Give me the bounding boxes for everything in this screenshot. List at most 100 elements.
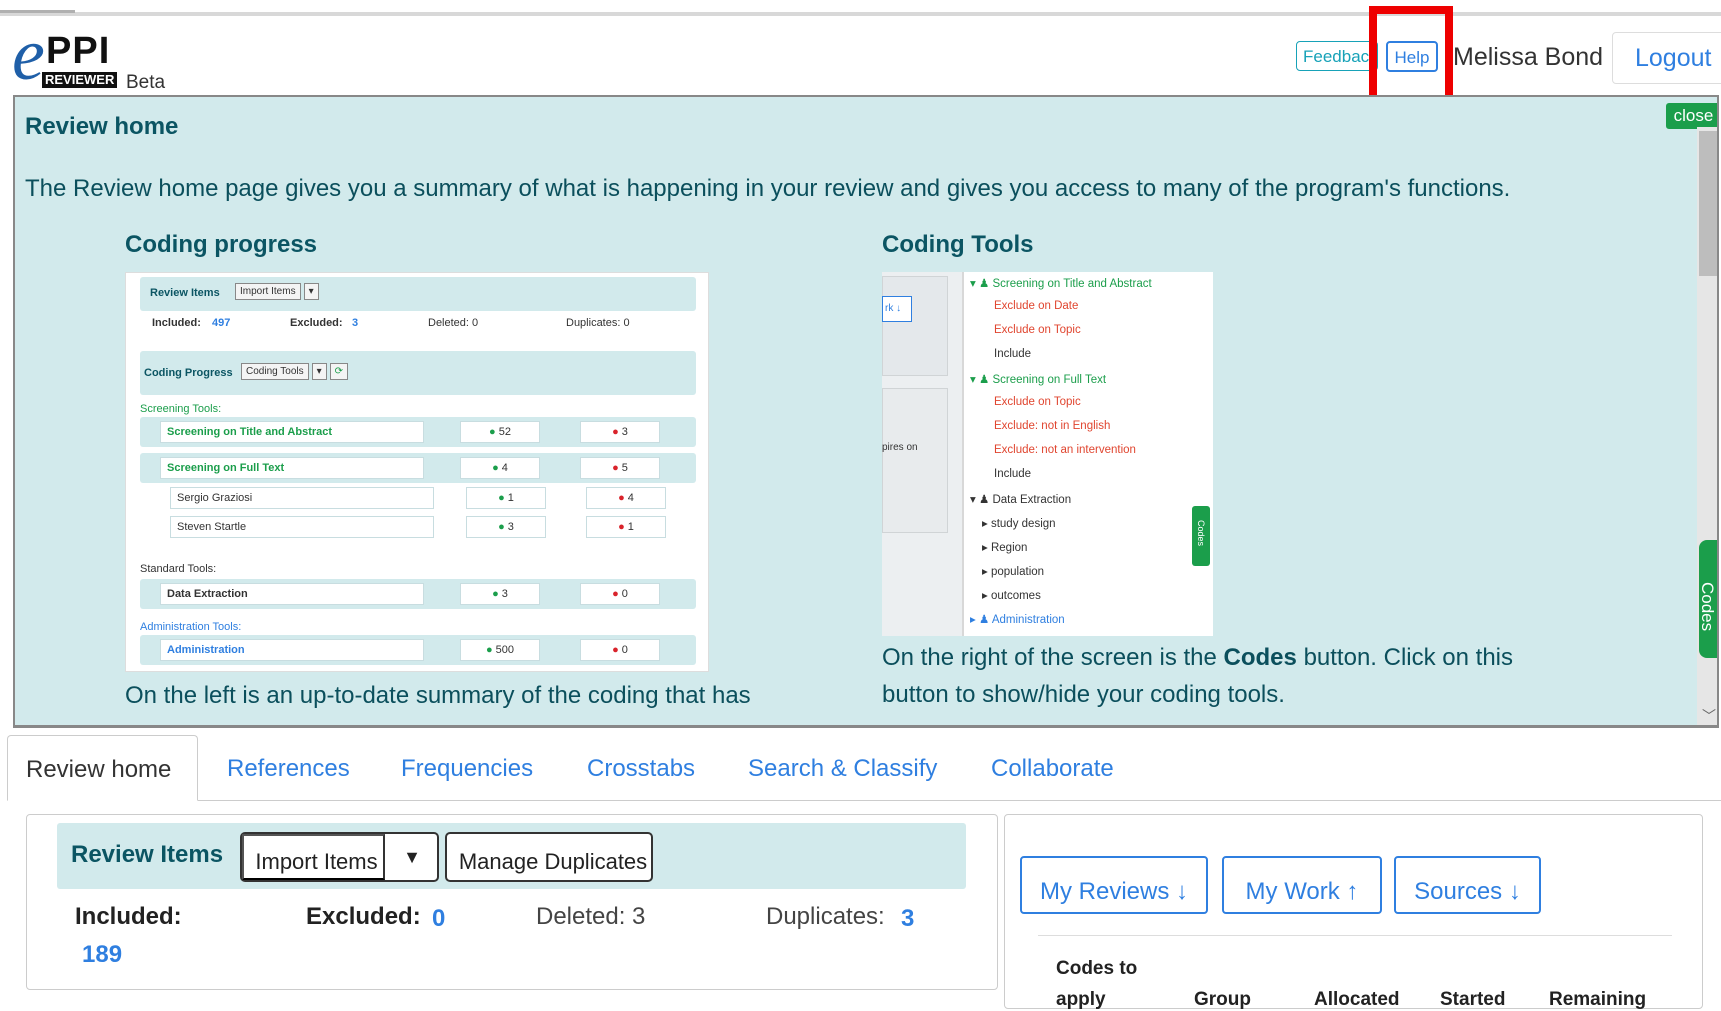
ct-line: Exclude on Topic (994, 396, 1081, 408)
cp-row-ok: ● 3 (460, 583, 540, 605)
cp-excluded-label: Excluded: (290, 317, 343, 329)
beta-label: Beta (126, 72, 166, 93)
help-panel: Review home The Review home page gives y… (13, 95, 1719, 728)
cp-included-label: Included: (152, 317, 201, 329)
cp-excluded-val: 3 (352, 317, 359, 329)
help-scroll-thumb[interactable] (1699, 131, 1717, 276)
ct-line: ▸ ♟ Administration (970, 614, 1065, 626)
col-header-allocated: Allocated (1314, 989, 1400, 1010)
ct-codes-mini-tab: Codes (1192, 506, 1210, 566)
cp-row-no: ● 1 (586, 516, 666, 538)
ct-line: ▸ Region (982, 542, 1028, 554)
manage-duplicates-button[interactable]: Manage Duplicates (445, 832, 653, 882)
cp-deleted: Deleted: 0 (428, 317, 479, 329)
ct-line: Exclude: not an intervention (994, 444, 1136, 456)
excluded-count-link[interactable]: 0 (432, 905, 445, 933)
coding-tools-caption: On the right of the screen is the Codes … (882, 644, 1513, 708)
cp-row-no: ● 0 (580, 639, 660, 661)
included-label: Included: (75, 903, 182, 930)
tab-review-home[interactable]: Review home (7, 735, 199, 801)
import-items-group: Import Items ▼ (240, 832, 439, 882)
duplicates-label: Duplicates: (766, 903, 885, 930)
help-title: Review home (25, 113, 179, 140)
coding-tools-title: Coding Tools (882, 231, 1034, 258)
coding-tools-image: rk ↓ pires on Codes ▾ ♟ Screening on Tit… (882, 272, 1213, 636)
cp-row-name: Administration (160, 639, 424, 661)
cp-coding-progress-bar: Coding Progress Coding Tools ▾ ⟳ (140, 351, 696, 395)
user-name: Melissa Bond (1453, 43, 1604, 71)
cp-row-name: Screening on Full Text (160, 457, 424, 479)
cp-coding-progress-label: Coding Progress (144, 367, 233, 379)
cp-row-ok: ● 52 (460, 421, 540, 443)
ct-line: ▾ ♟ Data Extraction (970, 494, 1072, 506)
tab-search-classify[interactable]: Search & Classify (748, 735, 937, 801)
logo-reviewer: REVIEWER (42, 72, 118, 88)
cp-screening-tools-label: Screening Tools: (140, 403, 222, 415)
my-work-card: My Reviews ↓ My Work ↑ Sources ↓ Codes t… (1004, 814, 1703, 1010)
excluded-label: Excluded: (306, 903, 421, 930)
cp-row-name: Sergio Graziosi (170, 487, 434, 509)
ct-left-text: pires on (882, 442, 918, 453)
logo-e: e (12, 14, 45, 96)
ct-line: Include (994, 468, 1032, 480)
cp-review-items-label: Review Items (150, 287, 220, 299)
ct-line: ▸ population (982, 566, 1045, 578)
ct-line: Exclude: not in English (994, 420, 1111, 432)
feedback-button[interactable]: Feedback (1296, 41, 1378, 71)
ct-line: ▾ ♟ Screening on Title and Abstract (970, 278, 1152, 290)
cp-coding-tools: Coding Tools ▾ ⟳ (238, 363, 349, 380)
cp-row-ok: ● 4 (460, 457, 540, 479)
logout-button[interactable]: Logout (1612, 32, 1721, 84)
cp-admin-tools-label: Administration Tools: (140, 621, 242, 633)
my-work-button[interactable]: My Work ↑ (1222, 856, 1382, 914)
help-close-button[interactable]: close (1666, 103, 1717, 129)
main-tabs: Review home References Frequencies Cross… (7, 735, 1721, 801)
review-items-card: Review Items Import Items ▼ Manage Dupli… (26, 814, 998, 990)
cp-standard-tools-label: Standard Tools: (140, 563, 217, 575)
col-header-codes-2: apply (1056, 989, 1106, 1010)
tab-frequencies[interactable]: Frequencies (401, 735, 533, 801)
ct-line: ▸ study design (982, 518, 1056, 530)
window-top-line (0, 12, 1721, 16)
ct-line: Exclude on Date (994, 300, 1079, 312)
logo-ppi: PPI (46, 30, 111, 72)
included-count-link[interactable]: 189 (82, 941, 122, 969)
cp-review-items-bar: Review Items Import Items ▾ (140, 277, 696, 311)
tab-references[interactable]: References (227, 735, 350, 801)
cp-duplicates: Duplicates: 0 (566, 317, 630, 329)
import-dropdown-caret-icon[interactable]: ▼ (387, 834, 437, 880)
col-header-remaining: Remaining (1549, 989, 1647, 1010)
cp-row-name: Steven Startle (170, 516, 434, 538)
ct-line: Include (994, 348, 1032, 360)
cp-row-no: ● 0 (580, 583, 660, 605)
col-header-group: Group (1194, 989, 1251, 1010)
ct-left-button: rk ↓ (882, 296, 912, 322)
help-intro: The Review home page gives you a summary… (25, 175, 1511, 202)
app-header: e PPI REVIEWER Beta Feedback Help Meliss… (0, 18, 1721, 94)
cp-row-name: Data Extraction (160, 583, 424, 605)
divider (1038, 935, 1672, 936)
sources-button[interactable]: Sources ↓ (1394, 856, 1541, 914)
deleted-count: Deleted: 3 (536, 903, 646, 930)
tab-crosstabs[interactable]: Crosstabs (587, 735, 695, 801)
codes-toggle-tab[interactable]: Codes (1698, 540, 1717, 658)
my-reviews-button[interactable]: My Reviews ↓ (1020, 856, 1208, 914)
cp-row-ok: ● 3 (466, 516, 546, 538)
coding-progress-image: Review Items Import Items ▾ Included: 497… (125, 272, 709, 672)
duplicates-count-link[interactable]: 3 (901, 905, 914, 933)
cp-import-items: Import Items ▾ (232, 283, 319, 300)
tab-collaborate[interactable]: Collaborate (991, 735, 1114, 801)
cp-row-no: ● 5 (580, 457, 660, 479)
import-items-button[interactable]: Import Items (242, 834, 385, 880)
cp-row-name: Screening on Title and Abstract (160, 421, 424, 443)
cp-row-no: ● 3 (580, 421, 660, 443)
review-items-title: Review Items (71, 841, 224, 868)
coding-progress-title: Coding progress (125, 231, 318, 258)
cp-included-val: 497 (212, 317, 231, 329)
ct-line: ▸ outcomes (982, 590, 1041, 602)
coding-progress-caption: On the left is an up-to-date summary of … (125, 682, 751, 709)
scroll-down-icon[interactable]: ﹀ (1699, 707, 1717, 725)
col-header-started: Started (1440, 989, 1506, 1010)
col-header-codes: Codes to (1056, 958, 1138, 979)
eppi-reviewer-logo[interactable]: e PPI REVIEWER Beta (12, 18, 182, 94)
